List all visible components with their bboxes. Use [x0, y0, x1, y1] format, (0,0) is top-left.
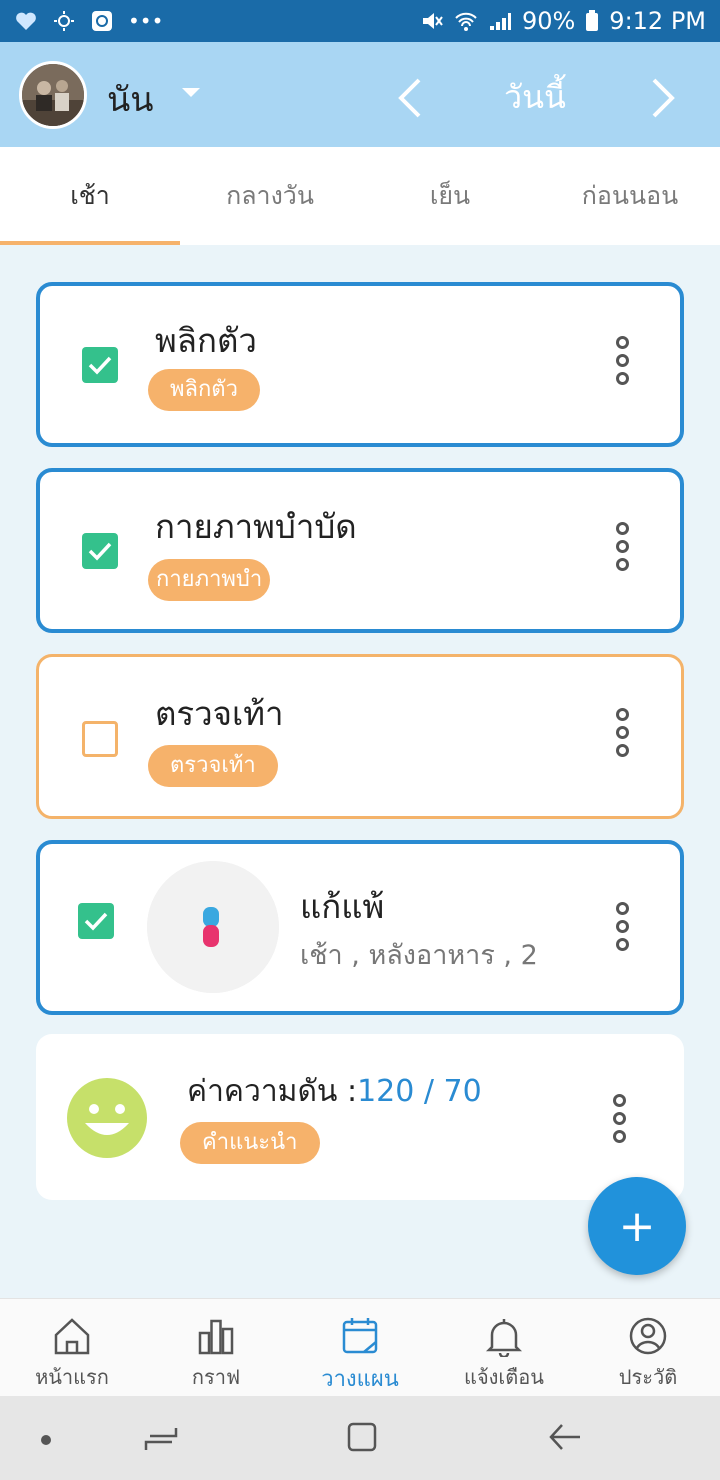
mute-icon: [422, 13, 443, 29]
avatar-photo: [22, 64, 84, 126]
avatar[interactable]: [19, 61, 87, 129]
nav-alerts[interactable]: แจ้งเตือน: [432, 1299, 576, 1397]
wifi-icon: [455, 12, 477, 31]
task-card[interactable]: กายภาพบำบัด กายภาพบำ: [36, 468, 684, 633]
heart-app-icon: [16, 12, 36, 30]
task-tag: พลิกตัว: [148, 369, 260, 411]
user-dropdown-icon[interactable]: [182, 88, 200, 97]
check-icon: [88, 542, 112, 561]
task-title: พลิกตัว: [155, 321, 257, 360]
add-task-button[interactable]: +: [588, 1177, 686, 1275]
more-options-icon[interactable]: [611, 1094, 627, 1144]
app-notification-icon: [92, 11, 112, 31]
weather-icon: [54, 11, 74, 31]
capsule-icon: [147, 861, 279, 993]
medication-card[interactable]: แก้แพ้ เช้า , หลังอาหาร , 2: [36, 840, 684, 1015]
next-day-chevron-icon[interactable]: [648, 76, 678, 120]
calendar-icon: [342, 1318, 378, 1354]
task-title: กายภาพบำบัด: [155, 507, 357, 546]
status-overflow: •••: [128, 9, 164, 33]
battery-percent: 90%: [521, 7, 576, 35]
more-options-icon[interactable]: [614, 522, 630, 572]
blood-pressure-reading: ค่าความดัน :120 / 70: [187, 1068, 482, 1115]
task-card[interactable]: พลิกตัว พลิกตัว: [36, 282, 684, 447]
profile-icon: [629, 1317, 667, 1355]
nav-plan[interactable]: วางแผน: [288, 1299, 432, 1397]
home-button-icon[interactable]: [347, 1422, 377, 1452]
task-checkbox[interactable]: [82, 721, 118, 757]
advice-tag[interactable]: คำแนะนำ: [180, 1122, 320, 1164]
tab-bedtime[interactable]: ก่อนนอน: [540, 147, 720, 245]
bell-icon: [485, 1319, 523, 1357]
bottom-navigation: หน้าแรก กราฟ วางแผน แจ้งเตือน ประวัติ: [0, 1298, 720, 1396]
blood-pressure-label: ค่าความดัน :: [187, 1074, 358, 1109]
nav-plan-label: วางแผน: [321, 1367, 399, 1392]
task-title: ตรวจเท้า: [155, 694, 284, 733]
task-tag: กายภาพบำ: [148, 559, 271, 601]
blood-pressure-value: 120 / 70: [357, 1074, 482, 1109]
time-of-day-tabs: เช้า กลางวัน เย็น ก่อนนอน: [0, 147, 720, 245]
chart-icon: [198, 1319, 234, 1355]
more-options-icon[interactable]: [614, 902, 630, 952]
more-options-icon[interactable]: [614, 336, 630, 386]
medication-image: [147, 861, 279, 993]
check-icon: [88, 356, 112, 375]
user-name[interactable]: นัน: [107, 72, 153, 126]
check-icon: [84, 912, 108, 931]
tab-midday[interactable]: กลางวัน: [180, 147, 360, 245]
battery-icon: [586, 10, 599, 31]
task-checkbox[interactable]: [78, 903, 114, 939]
medication-schedule: เช้า , หลังอาหาร , 2: [300, 940, 538, 971]
nav-chart[interactable]: กราฟ: [144, 1299, 288, 1397]
blood-pressure-card[interactable]: ค่าความดัน :120 / 70 คำแนะนำ: [36, 1034, 684, 1200]
medication-title: แก้แพ้: [300, 887, 385, 926]
home-icon: [54, 1318, 90, 1355]
more-options-icon[interactable]: [614, 708, 630, 758]
nav-history-label: ประวัติ: [618, 1365, 678, 1389]
task-card[interactable]: ตรวจเท้า ตรวจเท้า: [36, 654, 684, 819]
task-checkbox[interactable]: [82, 347, 118, 383]
nav-chart-label: กราฟ: [191, 1365, 241, 1389]
clock: 9:12 PM: [609, 7, 706, 35]
system-navigation-bar: [0, 1396, 720, 1480]
tab-evening[interactable]: เย็น: [360, 147, 540, 245]
previous-day-chevron-icon[interactable]: [395, 76, 425, 120]
task-tag: ตรวจเท้า: [148, 745, 278, 787]
nav-alerts-label: แจ้งเตือน: [464, 1365, 544, 1389]
signal-icon: [489, 13, 511, 30]
nav-home[interactable]: หน้าแรก: [0, 1299, 144, 1397]
task-checkbox[interactable]: [82, 533, 118, 569]
nav-home-label: หน้าแรก: [35, 1365, 109, 1389]
recent-apps-icon[interactable]: [144, 1424, 178, 1454]
date-label: วันนี้: [504, 78, 566, 116]
app-header: นัน วันนี้: [0, 42, 720, 147]
status-bar: ••• 90% 9:12 PM: [0, 0, 720, 42]
smiley-face-icon: [67, 1078, 147, 1158]
nav-history[interactable]: ประวัติ: [576, 1299, 720, 1397]
tab-morning[interactable]: เช้า: [0, 147, 180, 245]
dot-icon: [41, 1435, 51, 1445]
back-arrow-icon[interactable]: [548, 1422, 582, 1452]
